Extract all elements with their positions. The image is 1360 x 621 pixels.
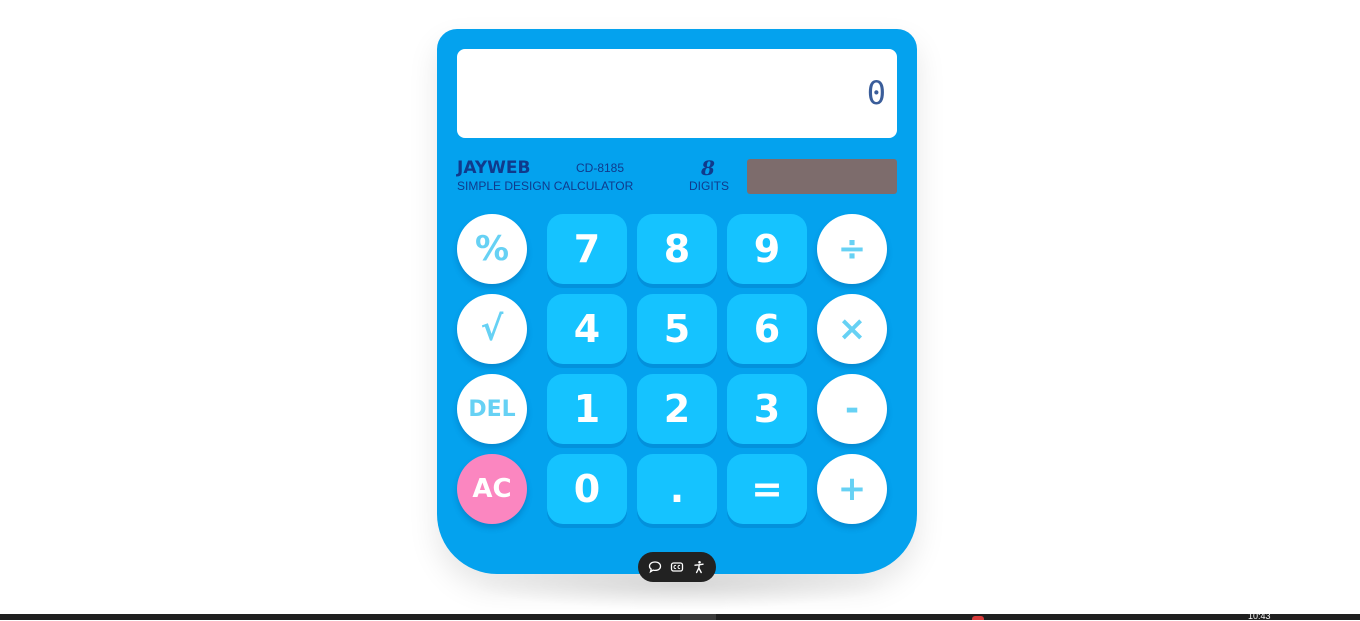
digit-3-button[interactable]: 3 [727, 374, 807, 444]
all-clear-button[interactable]: AC [457, 454, 527, 524]
delete-button[interactable]: DEL [457, 374, 527, 444]
caption-icon[interactable] [669, 559, 685, 575]
floating-toolbar [638, 552, 716, 582]
multiply-button[interactable]: × [817, 294, 887, 364]
digit-4-button[interactable]: 4 [547, 294, 627, 364]
decimal-button[interactable]: . [637, 454, 717, 524]
equals-button[interactable]: = [727, 454, 807, 524]
digit-7-button[interactable]: 7 [547, 214, 627, 284]
solar-panel [747, 159, 897, 194]
digit-6-button[interactable]: 6 [727, 294, 807, 364]
calculator-body: 0 JAYWEB CD-8185 SIMPLE DESIGN CALCULATO… [437, 29, 917, 574]
digit-1-button[interactable]: 1 [547, 374, 627, 444]
digit-0-button[interactable]: 0 [547, 454, 627, 524]
minus-button[interactable]: - [817, 374, 887, 444]
taskbar-app-icon[interactable] [972, 616, 984, 620]
digit-8-button[interactable]: 8 [637, 214, 717, 284]
digit-5-button[interactable]: 5 [637, 294, 717, 364]
brand-subtitle: SIMPLE DESIGN CALCULATOR [457, 179, 634, 193]
chat-icon[interactable] [647, 559, 663, 575]
percent-button[interactable]: % [457, 214, 527, 284]
digit-9-button[interactable]: 9 [727, 214, 807, 284]
divide-button[interactable]: ÷ [817, 214, 887, 284]
display-screen: 0 [457, 49, 897, 138]
display-value: 0 [866, 74, 887, 112]
brand-name: JAYWEB [457, 158, 531, 178]
sqrt-button[interactable]: √ [457, 294, 527, 364]
accessibility-icon[interactable] [691, 559, 707, 575]
model-number: CD-8185 [576, 161, 625, 175]
digit-2-button[interactable]: 2 [637, 374, 717, 444]
digits-count: 8 [701, 156, 715, 180]
plus-button[interactable]: + [817, 454, 887, 524]
taskbar-active-app[interactable] [680, 614, 716, 620]
digits-label: DIGITS [689, 179, 730, 193]
